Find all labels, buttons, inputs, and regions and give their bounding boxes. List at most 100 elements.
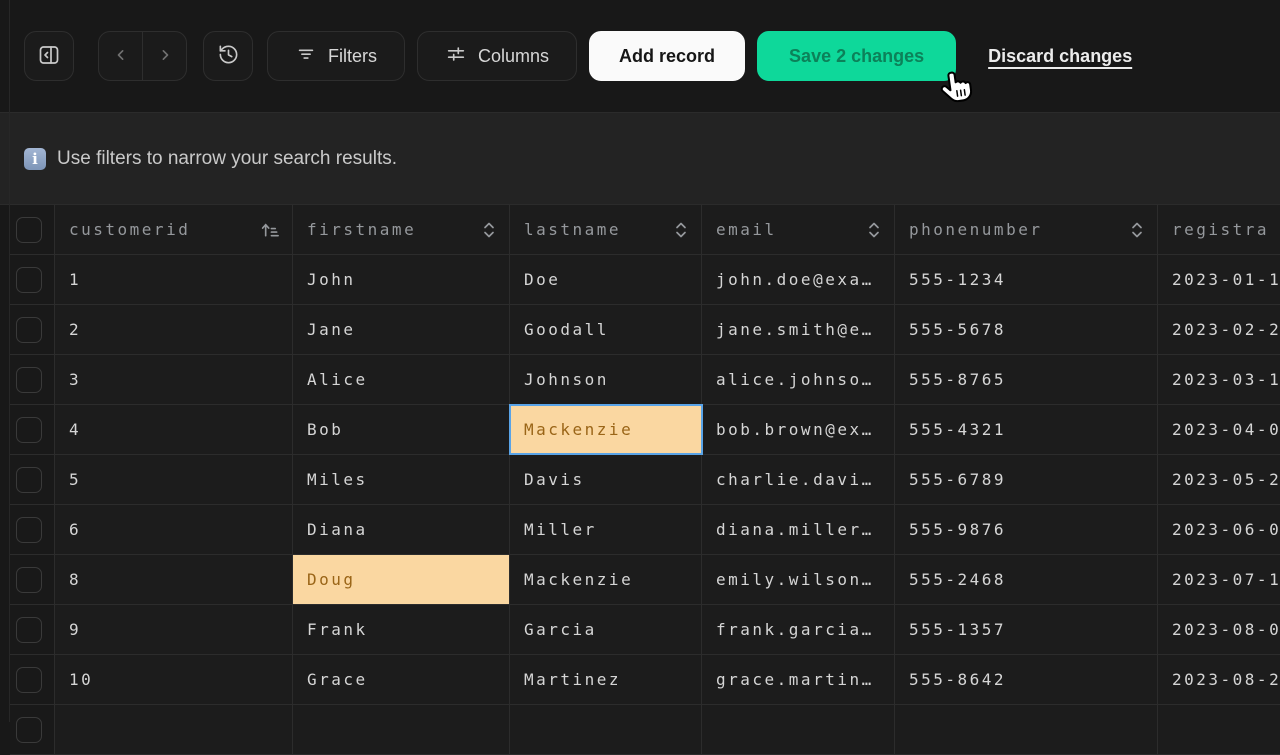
cell-phonenumber[interactable]: 555-2468	[895, 555, 1158, 604]
cell-value: Martinez	[524, 670, 621, 689]
cell-lastname[interactable]: Doe	[510, 255, 702, 304]
cell-email[interactable]: john.doe@exa…	[702, 255, 895, 304]
cell-phonenumber[interactable]: 555-8642	[895, 655, 1158, 704]
cell-phonenumber[interactable]: 555-5678	[895, 305, 1158, 354]
cell-customerid[interactable]	[55, 705, 293, 754]
header-cell-firstname[interactable]: firstname	[293, 205, 510, 254]
cell-customerid[interactable]: 1	[55, 255, 293, 304]
cell-firstname[interactable]: Doug	[293, 555, 510, 604]
cell-firstname[interactable]: John	[293, 255, 510, 304]
cell-phonenumber[interactable]: 555-6789	[895, 455, 1158, 504]
cell-customerid[interactable]: 2	[55, 305, 293, 354]
cell-lastname[interactable]: Goodall	[510, 305, 702, 354]
cell-customerid[interactable]: 4	[55, 405, 293, 454]
sort-chevrons-icon[interactable]	[1129, 220, 1145, 240]
cell-firstname[interactable]: Jane	[293, 305, 510, 354]
header-cell-phonenumber[interactable]: phonenumber	[895, 205, 1158, 254]
cell-email[interactable]	[702, 705, 895, 754]
partial-row	[10, 705, 1280, 755]
cell-registrationdate[interactable]: 2023-08-0	[1158, 605, 1280, 654]
cell-customerid[interactable]: 9	[55, 605, 293, 654]
row-checkbox[interactable]	[16, 617, 42, 643]
cell-registrationdate[interactable]: 2023-04-0	[1158, 405, 1280, 454]
checkbox-cell	[10, 405, 55, 454]
cell-email[interactable]: frank.garcia…	[702, 605, 895, 654]
cell-lastname[interactable]: Miller	[510, 505, 702, 554]
cell-phonenumber[interactable]: 555-9876	[895, 505, 1158, 554]
cell-phonenumber[interactable]: 555-8765	[895, 355, 1158, 404]
row-checkbox[interactable]	[16, 267, 42, 293]
row-checkbox[interactable]	[16, 317, 42, 343]
cell-firstname[interactable]: Miles	[293, 455, 510, 504]
cell-firstname[interactable]: Diana	[293, 505, 510, 554]
select-all-checkbox[interactable]	[16, 217, 42, 243]
cell-email[interactable]: jane.smith@e…	[702, 305, 895, 354]
cell-phonenumber[interactable]: 555-1234	[895, 255, 1158, 304]
cell-registrationdate[interactable]: 2023-02-2	[1158, 305, 1280, 354]
sort-ascending-icon[interactable]	[259, 220, 280, 240]
cell-lastname[interactable]: Martinez	[510, 655, 702, 704]
cell-value: jane.smith@e…	[716, 320, 874, 339]
sort-chevrons-icon[interactable]	[866, 220, 882, 240]
row-checkbox[interactable]	[16, 667, 42, 693]
cell-phonenumber[interactable]	[895, 705, 1158, 754]
nav-back-button[interactable]	[99, 32, 142, 80]
cell-value: 2023-05-2	[1172, 470, 1280, 489]
cell-firstname[interactable]: Bob	[293, 405, 510, 454]
cell-email[interactable]: diana.miller…	[702, 505, 895, 554]
discard-changes-link[interactable]: Discard changes	[988, 46, 1132, 67]
cell-lastname[interactable]: Mackenzie	[510, 405, 702, 454]
header-cell-lastname[interactable]: lastname	[510, 205, 702, 254]
save-changes-button[interactable]: Save 2 changes	[757, 31, 956, 81]
header-cell-registrationdate[interactable]: registrat	[1158, 205, 1280, 254]
cell-registrationdate[interactable]: 2023-01-1	[1158, 255, 1280, 304]
nav-forward-button[interactable]	[143, 32, 186, 80]
cell-email[interactable]: alice.johnso…	[702, 355, 895, 404]
history-button[interactable]	[203, 31, 253, 81]
cell-registrationdate[interactable]: 2023-07-1	[1158, 555, 1280, 604]
cell-firstname[interactable]: Frank	[293, 605, 510, 654]
cell-value: 555-8642	[909, 670, 1006, 689]
cell-customerid[interactable]: 5	[55, 455, 293, 504]
cell-registrationdate[interactable]: 2023-06-0	[1158, 505, 1280, 554]
row-checkbox[interactable]	[16, 467, 42, 493]
sidebar-toggle-button[interactable]	[24, 31, 74, 81]
row-checkbox[interactable]	[16, 367, 42, 393]
add-record-button[interactable]: Add record	[589, 31, 745, 81]
cell-registrationdate[interactable]: 2023-03-1	[1158, 355, 1280, 404]
cell-value: 2023-08-2	[1172, 670, 1280, 689]
filters-button[interactable]: Filters	[267, 31, 405, 81]
cell-firstname[interactable]	[293, 705, 510, 754]
row-checkbox[interactable]	[16, 417, 42, 443]
row-checkbox[interactable]	[16, 517, 42, 543]
sort-chevrons-icon[interactable]	[481, 220, 497, 240]
cell-email[interactable]: bob.brown@ex…	[702, 405, 895, 454]
cell-customerid[interactable]: 8	[55, 555, 293, 604]
header-cell-email[interactable]: email	[702, 205, 895, 254]
row-checkbox[interactable]	[16, 567, 42, 593]
cell-phonenumber[interactable]: 555-4321	[895, 405, 1158, 454]
sort-chevrons-icon[interactable]	[673, 220, 689, 240]
cell-email[interactable]: emily.wilson…	[702, 555, 895, 604]
cell-lastname[interactable]: Davis	[510, 455, 702, 504]
cell-lastname[interactable]: Johnson	[510, 355, 702, 404]
cell-registrationdate[interactable]	[1158, 705, 1280, 754]
cell-email[interactable]: charlie.davi…	[702, 455, 895, 504]
cell-lastname[interactable]: Mackenzie	[510, 555, 702, 604]
cell-customerid[interactable]: 3	[55, 355, 293, 404]
cell-customerid[interactable]: 6	[55, 505, 293, 554]
cell-value: 555-2468	[909, 570, 1006, 589]
cell-firstname[interactable]: Alice	[293, 355, 510, 404]
cell-email[interactable]: grace.martin…	[702, 655, 895, 704]
cell-lastname[interactable]: Garcia	[510, 605, 702, 654]
cell-customerid[interactable]: 10	[55, 655, 293, 704]
columns-button[interactable]: Columns	[417, 31, 577, 81]
header-cell-customerid[interactable]: customerid	[55, 205, 293, 254]
cell-firstname[interactable]: Grace	[293, 655, 510, 704]
row-checkbox[interactable]	[16, 717, 42, 743]
cell-lastname[interactable]	[510, 705, 702, 754]
cell-phonenumber[interactable]: 555-1357	[895, 605, 1158, 654]
cell-registrationdate[interactable]: 2023-08-2	[1158, 655, 1280, 704]
cell-registrationdate[interactable]: 2023-05-2	[1158, 455, 1280, 504]
panel-edge-divider	[9, 0, 10, 722]
